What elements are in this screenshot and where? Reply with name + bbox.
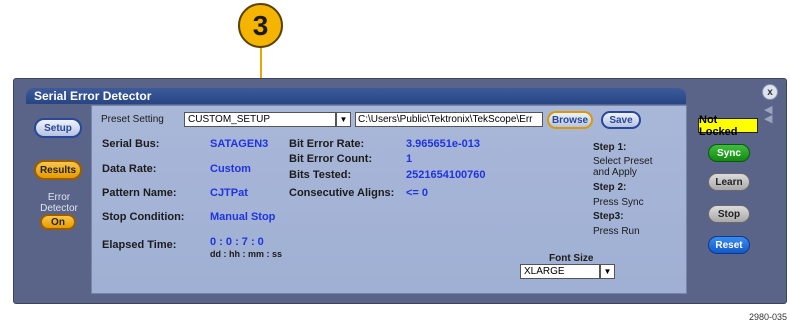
consecutive-aligns-label: Consecutive Aligns: — [289, 187, 395, 199]
step1-title: Step 1: — [593, 142, 627, 153]
preset-setting-dropdown[interactable]: CUSTOM_SETUP — [184, 112, 336, 127]
bits-tested-value: 2521654100760 — [406, 169, 486, 181]
lock-status-badge: Not Locked — [698, 114, 758, 138]
browse-button[interactable]: Browse — [547, 111, 593, 129]
serial-bus-value: SATAGEN3 — [210, 138, 269, 150]
stop-condition-label: Stop Condition: — [102, 211, 185, 223]
error-detector-on-button[interactable]: On — [40, 214, 76, 230]
elapsed-time-value: 0 : 0 : 7 : 0 — [210, 236, 264, 248]
step2-text: Press Sync — [593, 197, 644, 208]
step3-text: Press Run — [593, 226, 640, 237]
bit-error-count-value: 1 — [406, 153, 413, 165]
preset-dropdown-arrow-icon[interactable]: ▼ — [336, 112, 351, 127]
elapsed-time-format: dd : hh : mm : ss — [210, 249, 282, 259]
step1-line2: and Apply — [593, 167, 637, 178]
save-button[interactable]: Save — [601, 111, 641, 129]
panel-scroll-arrows-icon[interactable]: ◀ ◀ — [764, 105, 772, 125]
preset-path-field[interactable]: C:\Users\Public\Tektronix\TekScope\Err — [355, 112, 543, 127]
data-rate-value: Custom — [210, 163, 251, 175]
figure-id: 2980-035 — [749, 312, 788, 322]
consecutive-aligns-value: <= 0 — [406, 187, 429, 199]
pattern-name-label: Pattern Name: — [102, 187, 177, 199]
callout-number: 3 — [252, 9, 269, 41]
callout-number-badge: 3 — [238, 3, 283, 48]
setup-button[interactable]: Setup — [34, 118, 82, 138]
font-size-dropdown[interactable]: XLARGE — [520, 264, 600, 279]
reset-button[interactable]: Reset — [708, 236, 750, 254]
pattern-name-value: CJTPat — [210, 187, 248, 199]
data-rate-label: Data Rate: — [102, 163, 157, 175]
serial-bus-label: Serial Bus: — [102, 138, 160, 150]
step3-title: Step3: — [593, 211, 624, 222]
window-title: Serial Error Detector — [34, 89, 152, 103]
sync-button[interactable]: Sync — [708, 144, 750, 162]
bits-tested-label: Bits Tested: — [289, 169, 352, 181]
bit-error-rate-value: 3.965651e-013 — [406, 138, 481, 150]
bit-error-count-label: Bit Error Count: — [289, 153, 373, 165]
font-size-label: Font Size — [549, 253, 594, 264]
stop-condition-value: Manual Stop — [210, 211, 276, 223]
results-button[interactable]: Results — [34, 160, 82, 180]
font-size-dropdown-arrow-icon[interactable]: ▼ — [600, 264, 615, 279]
bit-error-rate-label: Bit Error Rate: — [289, 138, 365, 150]
close-button[interactable]: x — [762, 84, 778, 100]
elapsed-time-label: Elapsed Time: — [102, 239, 177, 251]
preset-setting-label: Preset Setting — [101, 114, 164, 125]
step1-line1: Select Preset — [593, 156, 653, 167]
step2-title: Step 2: — [593, 182, 627, 193]
error-detector-label: Error Detector — [40, 192, 78, 214]
close-icon: x — [767, 86, 773, 98]
stop-button[interactable]: Stop — [708, 205, 750, 223]
learn-button[interactable]: Learn — [708, 173, 750, 191]
